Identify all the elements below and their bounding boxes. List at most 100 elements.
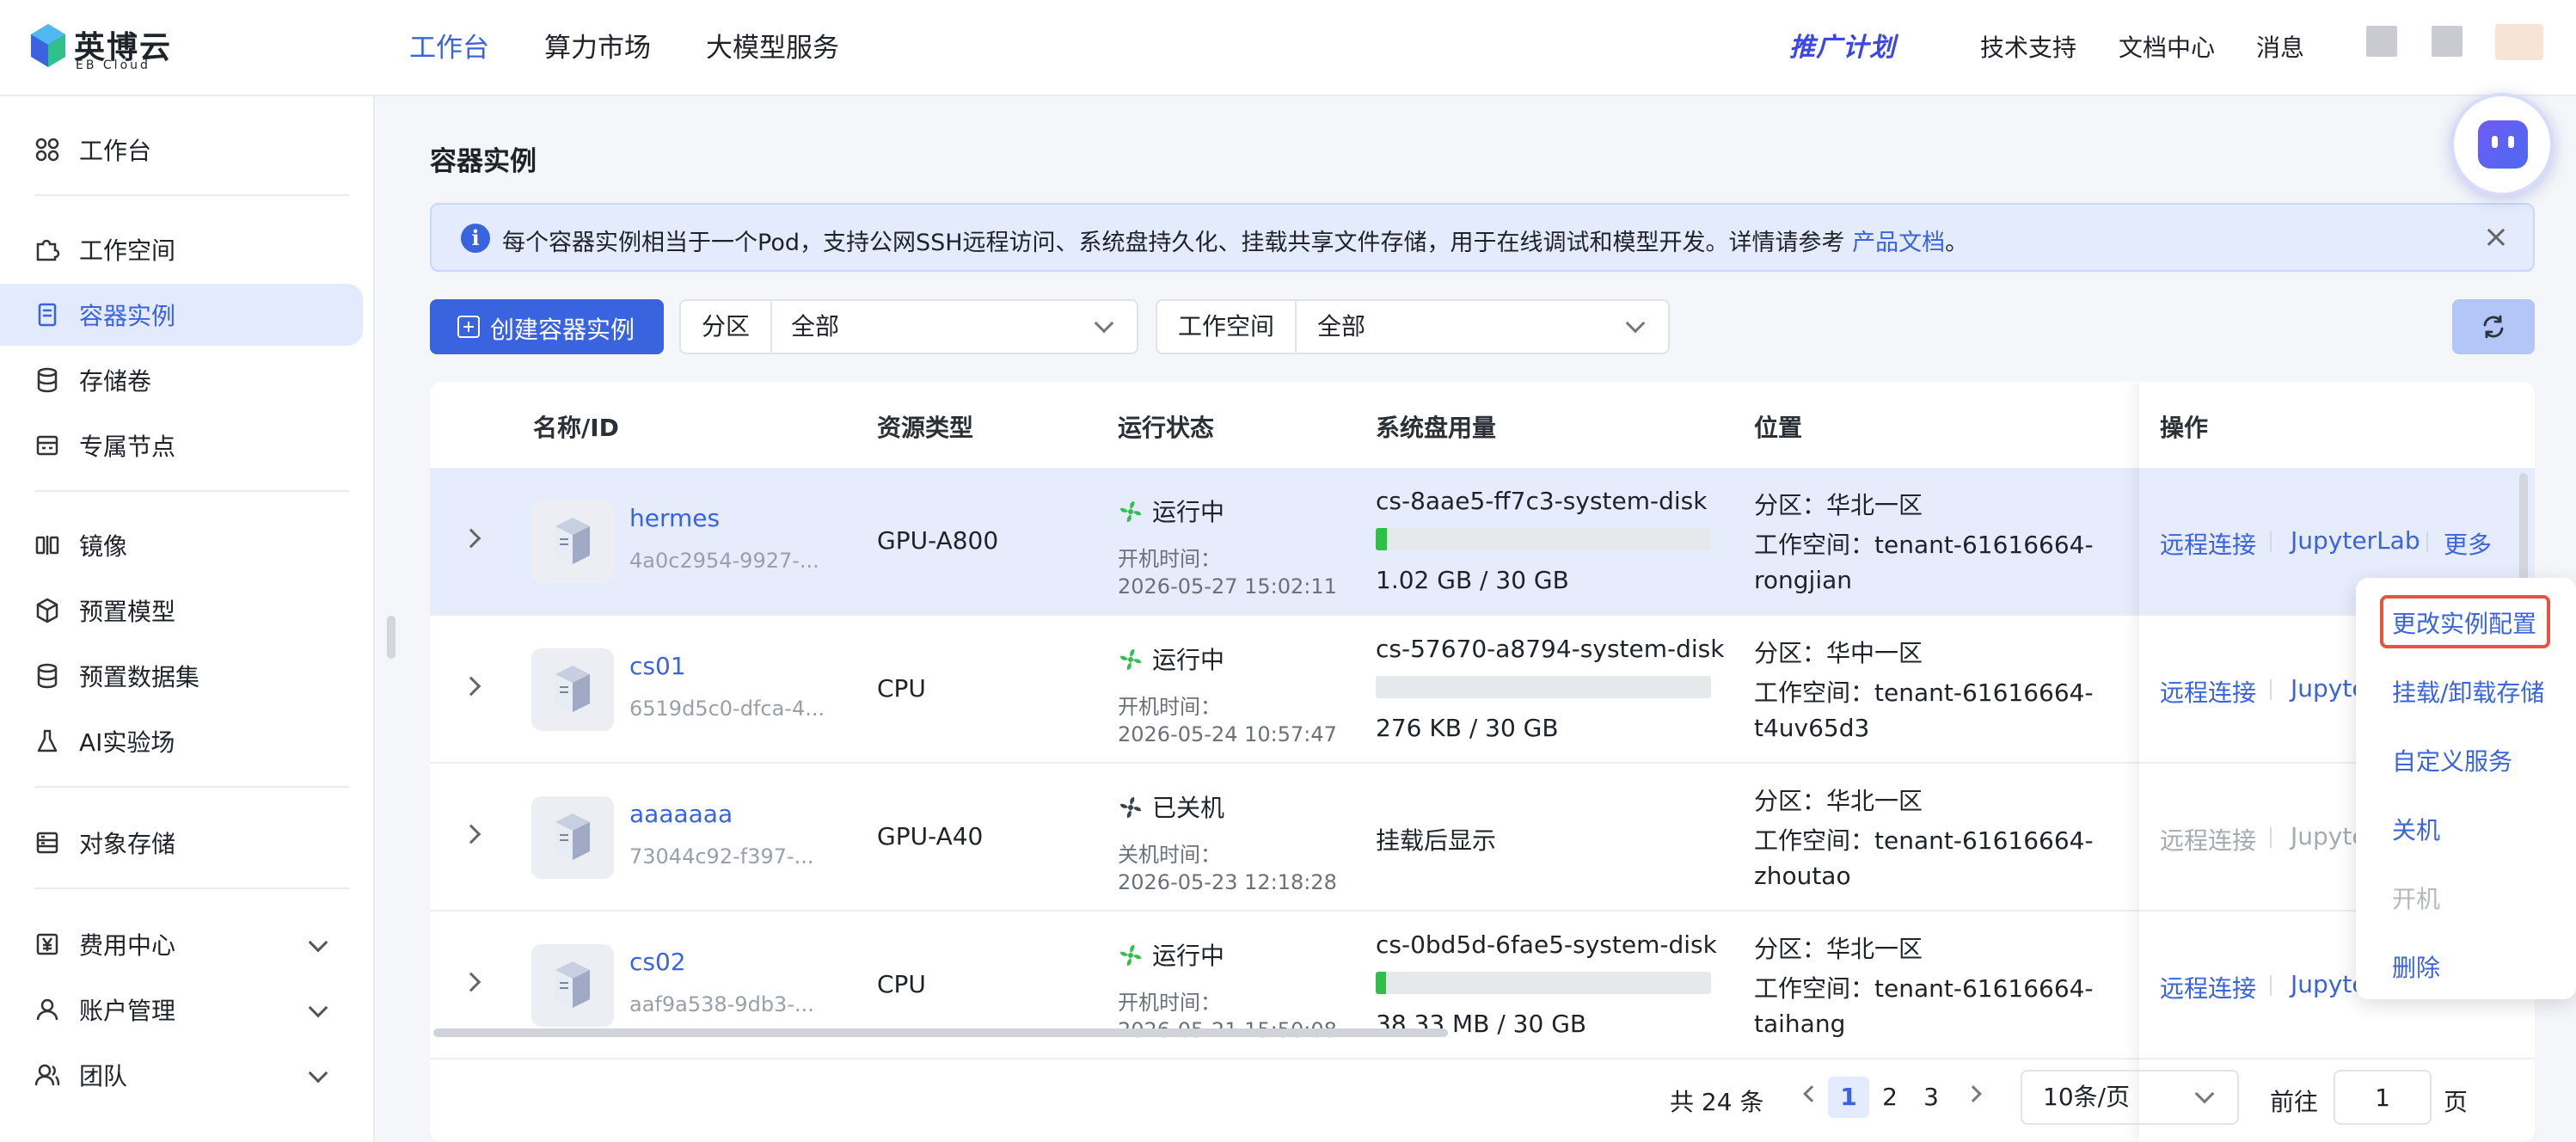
sidebar-item-label: 专属节点 [79,433,176,461]
server-icon [555,961,590,1008]
page-2-button[interactable]: 2 [1869,1077,1911,1118]
divider [34,490,349,492]
zone-text: 分区：华北一区 [1754,935,1923,963]
sidebar-scrollbar[interactable] [387,616,396,659]
sidebar-item-storage-volume[interactable]: 存储卷 [0,349,363,411]
run-status: 已关机 [1118,789,1224,824]
expand-row-icon[interactable] [461,972,481,992]
sidebar-item-object-storage[interactable]: 对象存储 [0,812,363,874]
sidebar-item-label: 账户管理 [79,997,176,1025]
dashboard-icon [33,135,62,164]
sidebar-item-label: 容器实例 [79,302,176,330]
dataset-icon [33,661,62,691]
tech-support-link[interactable]: 技术支持 [1980,29,2076,64]
page-3-button[interactable]: 3 [1911,1077,1952,1118]
remote-connect-link[interactable]: 远程连接 [2160,526,2256,561]
time-value: 2026-05-24 10:57:47 [1118,722,1337,746]
alert-message: 每个容器实例相当于一个Pod，支持公网SSH远程访问、系统盘持久化、挂载共享文件… [502,230,1853,256]
close-icon[interactable]: × [2483,218,2509,256]
disk-usage-bar [1376,676,1711,698]
page-1-button[interactable]: 1 [1828,1077,1869,1118]
menu-item-change-config[interactable]: 更改实例配置 [2392,605,2536,640]
app-icon[interactable] [2366,26,2397,57]
menu-item-delete[interactable]: 删除 [2392,949,2440,984]
next-page-icon[interactable] [1965,1085,1982,1102]
workspace-filter-value: 全部 [1317,312,1366,341]
instance-name-link[interactable]: hermes [629,504,720,532]
expand-row-icon[interactable] [461,824,481,844]
sidebar-item-workspace[interactable]: 工作空间 [0,218,363,280]
expand-row-icon[interactable] [461,528,481,549]
time-label: 开机时间： [1118,695,1221,719]
sidebar-item-image[interactable]: 镜像 [0,514,363,576]
nav-workbench[interactable]: 工作台 [409,26,489,64]
sidebar-item-team[interactable]: 团队 [0,1044,363,1106]
avatar[interactable] [2495,24,2543,60]
more-link[interactable]: 更多 [2444,526,2492,561]
nav-llm-service[interactable]: 大模型服务 [706,26,839,64]
app-icon[interactable] [2432,26,2463,57]
prev-page-icon[interactable] [1803,1085,1820,1102]
instance-name-link[interactable]: cs01 [629,652,686,680]
workspace-filter-select[interactable]: 工作空间 全部 [1156,299,1670,354]
separator [2426,531,2428,552]
sidebar-item-label: 镜像 [79,532,128,561]
menu-item-power-on: 开机 [2392,885,2441,913]
goto-page-input[interactable] [2334,1070,2432,1125]
chevron-down-icon[interactable] [308,932,328,953]
promo-plan-link[interactable]: 推广计划 [1789,26,1896,64]
remote-connect-link[interactable]: 远程连接 [2160,674,2256,709]
instance-id: 6519d5c0-dfca-4... [629,697,825,721]
instance-name-link[interactable]: aaaaaaa [629,800,733,828]
logo[interactable]: 英博云 EB Cloud [29,22,218,74]
page-size-select[interactable]: 10条/页 [2021,1070,2239,1125]
resource-type: CPU [877,970,926,998]
table-row[interactable]: hermes 4a0c2954-9927-... GPU-A800 运行中 开机… [430,468,2535,616]
status-text: 运行中 [1152,646,1225,674]
table-horizontal-scrollbar[interactable] [433,1028,1448,1037]
table-row[interactable]: aaaaaaa 73044c92-f397-... GPU-A40 已关机 关机… [430,764,2535,912]
sidebar-item-preset-model[interactable]: 预置模型 [0,580,363,642]
sidebar-item-billing[interactable]: 费用中心 [0,913,363,975]
time-value: 2026-05-27 15:02:11 [1118,574,1337,599]
menu-item-shutdown[interactable]: 关机 [2392,812,2440,846]
sidebar-item-preset-dataset[interactable]: 预置数据集 [0,645,363,707]
sidebar-item-container-instance[interactable]: 容器实例 [0,284,363,346]
remote-connect-link[interactable]: 远程连接 [2160,822,2256,856]
cube-icon [33,596,62,625]
sidebar-item-workbench[interactable]: 工作台 [0,119,363,181]
toolbar: 创建容器实例 分区 全部 工作空间 全部 [430,299,2535,354]
zone-filter-select[interactable]: 分区 全部 [679,299,1138,354]
workspace-text-cont: t4uv65d3 [1754,714,1870,742]
yen-icon [33,930,62,959]
instance-name-link[interactable]: cs02 [629,948,686,976]
create-container-button[interactable]: 创建容器实例 [430,299,664,354]
nav-compute-market[interactable]: 算力市场 [544,26,651,64]
refresh-button[interactable] [2452,299,2535,354]
refresh-icon [2483,315,2504,339]
table-row[interactable]: cs01 6519d5c0-dfca-4... CPU 运行中 开机时间： 20… [430,616,2535,764]
instance-thumbnail [531,796,614,879]
messages-link[interactable]: 消息 [2256,29,2304,64]
chevron-down-icon[interactable] [308,1063,328,1084]
assistant-bot-button[interactable] [2450,93,2554,196]
sidebar-item-ai-lab[interactable]: AI实验场 [0,710,363,772]
database-icon [33,365,62,395]
menu-item-mount-storage[interactable]: 挂载/卸载存储 [2392,674,2544,709]
product-docs-link[interactable]: 产品文档 [1852,230,1945,256]
remote-connect-link[interactable]: 远程连接 [2160,970,2256,1004]
docs-center-link[interactable]: 文档中心 [2119,29,2215,64]
jupyterlab-link[interactable]: JupyterLab [2291,526,2420,555]
table-row[interactable]: cs02 aaf9a538-9db3-... CPU 运行中 开机时间： 202… [430,912,2535,1059]
instance-thumbnail [531,500,614,583]
menu-item-custom-service[interactable]: 自定义服务 [2392,743,2512,777]
sidebar-item-account[interactable]: 账户管理 [0,979,363,1041]
disk-name: cs-8aae5-ff7c3-system-disk [1376,487,1708,515]
alert-text: 每个容器实例相当于一个Pod，支持公网SSH远程访问、系统盘持久化、挂载共享文件… [502,224,1968,257]
sidebar-item-dedicated-node[interactable]: 专属节点 [0,414,363,476]
pagination: 共 24 条 1 2 3 10条/页 前往 页 [430,1059,2535,1142]
workspace-text-cont: zhoutao [1754,862,1851,890]
table-header: 名称/ID 资源类型 运行状态 系统盘用量 位置 操作 [430,382,2535,470]
chevron-down-icon[interactable] [308,998,328,1018]
expand-row-icon[interactable] [461,676,481,697]
